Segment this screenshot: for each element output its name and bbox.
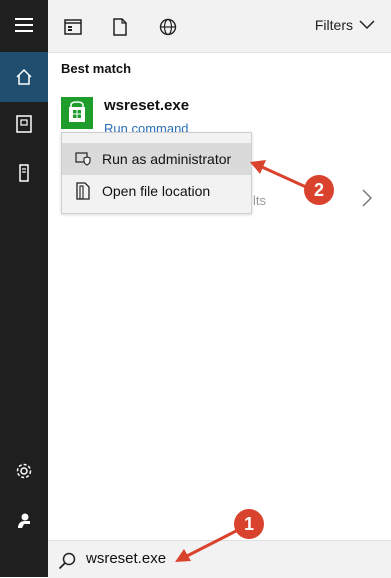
gear-icon — [16, 463, 32, 479]
folder-icon — [73, 181, 93, 201]
web-filter-button[interactable] — [157, 16, 179, 38]
settings-button[interactable] — [0, 446, 48, 496]
result-app-name[interactable]: wsreset.exe — [104, 97, 189, 114]
open-file-location-item[interactable]: Open file location — [62, 175, 251, 207]
step-1-badge: 1 — [234, 509, 264, 539]
apps-icon — [64, 19, 82, 35]
document-icon — [113, 18, 127, 36]
run-as-administrator-item[interactable]: Run as administrator — [62, 143, 251, 175]
search-icon — [58, 552, 76, 570]
best-match-heading: Best match — [61, 61, 132, 76]
hamburger-menu-button[interactable] — [0, 0, 48, 50]
context-menu: Run as administrator Open file location — [61, 132, 252, 214]
search-bar — [48, 540, 391, 578]
notebook-icon — [16, 115, 32, 133]
home-icon — [16, 68, 32, 85]
run-as-administrator-label: Run as administrator — [102, 151, 232, 167]
device-button[interactable] — [0, 148, 48, 198]
home-button[interactable] — [0, 52, 48, 102]
store-app-icon — [61, 97, 93, 129]
chevron-down-icon — [359, 20, 375, 30]
search-input[interactable] — [86, 550, 326, 567]
notebook-button[interactable] — [0, 99, 48, 149]
left-rail — [0, 0, 48, 577]
globe-icon — [159, 18, 177, 36]
apps-filter-button[interactable] — [62, 16, 84, 38]
tower-icon — [19, 164, 29, 182]
hamburger-icon — [15, 18, 33, 32]
filters-label: Filters — [314, 17, 353, 33]
filter-bar: Filters — [48, 0, 391, 53]
documents-filter-button[interactable] — [109, 16, 131, 38]
arrow-to-menu — [261, 165, 307, 189]
step-2-badge: 2 — [304, 175, 334, 205]
feedback-button[interactable] — [0, 496, 48, 546]
feedback-icon — [18, 513, 30, 528]
faded-result-text: lts — [253, 193, 266, 208]
filters-dropdown[interactable]: Filters — [315, 17, 375, 33]
annotation-arrows — [175, 160, 307, 562]
open-file-location-label: Open file location — [102, 183, 211, 199]
shield-icon — [73, 149, 93, 169]
arrow-to-menu-head — [250, 160, 266, 174]
chevron-right-icon[interactable] — [362, 189, 372, 207]
